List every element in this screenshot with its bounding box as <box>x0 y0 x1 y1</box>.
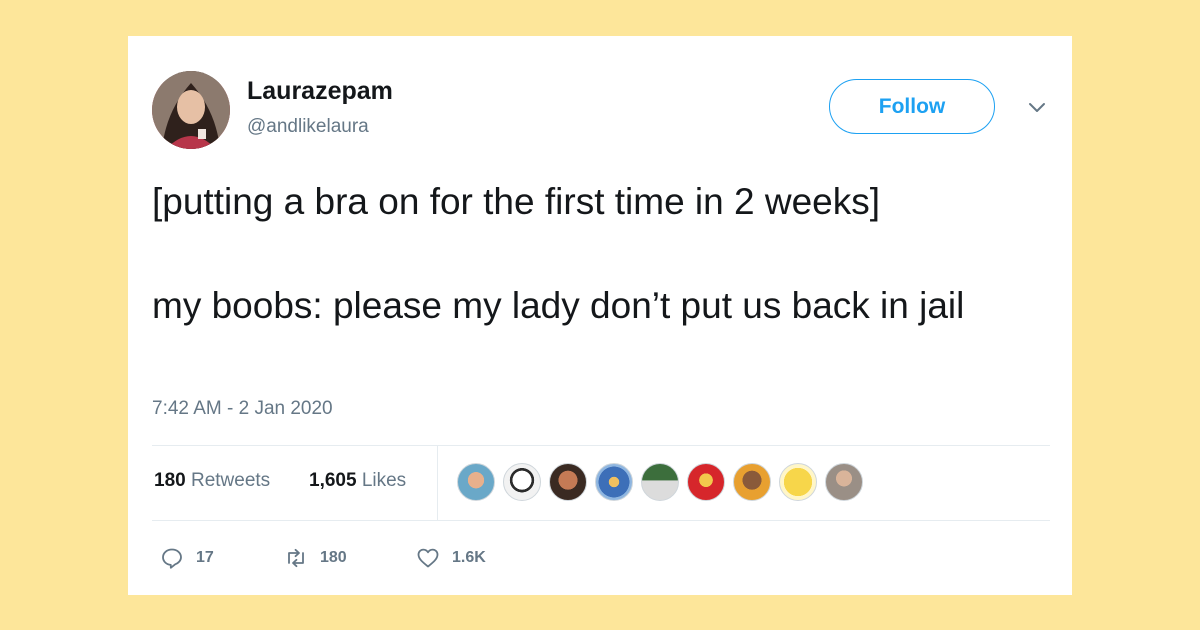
liker-avatar[interactable] <box>503 463 541 501</box>
likes-label: Likes <box>361 470 407 491</box>
reply-count: 17 <box>196 549 214 566</box>
tweet-text: [putting a bra on for the first time in … <box>152 176 1052 332</box>
engagement-stats: 180 Retweets 1,605 Likes <box>152 446 1050 520</box>
tweet-text-line: [putting a bra on for the first time in … <box>152 181 881 222</box>
liker-avatar[interactable] <box>549 463 587 501</box>
likes-count: 1,605 <box>309 470 357 491</box>
liker-avatar[interactable] <box>641 463 679 501</box>
heart-icon <box>417 548 439 568</box>
avatar-image <box>152 71 230 149</box>
retweet-icon <box>288 548 304 568</box>
retweets-stat[interactable]: 180 Retweets <box>154 470 270 492</box>
tweet-actions: 17 180 1.6K <box>152 536 752 580</box>
tweet-timestamp[interactable]: 7:42 AM - 2 Jan 2020 <box>152 398 333 420</box>
likes-stat[interactable]: 1,605 Likes <box>309 470 406 492</box>
stats-separator <box>437 446 438 520</box>
reply-button[interactable]: 17 <box>160 546 214 570</box>
retweet-button[interactable]: 180 <box>284 546 347 570</box>
liker-avatar[interactable] <box>457 463 495 501</box>
chevron-down-icon[interactable] <box>1028 100 1046 114</box>
tweet-text-line: my boobs: please my lady don’t put us ba… <box>152 285 965 326</box>
author-display-name[interactable]: Laurazepam <box>247 77 393 106</box>
liker-avatar[interactable] <box>687 463 725 501</box>
author-handle[interactable]: @andlikelaura <box>247 116 369 138</box>
tweet-card: Laurazepam @andlikelaura Follow [putting… <box>128 36 1072 595</box>
retweets-count: 180 <box>154 470 186 491</box>
reply-icon <box>162 548 182 569</box>
retweet-count: 180 <box>320 549 347 566</box>
liker-avatar[interactable] <box>779 463 817 501</box>
liker-avatar[interactable] <box>825 463 863 501</box>
author-avatar[interactable] <box>152 71 230 149</box>
like-button[interactable]: 1.6K <box>416 546 486 570</box>
divider <box>152 520 1050 521</box>
liker-avatar[interactable] <box>733 463 771 501</box>
liker-avatar[interactable] <box>595 463 633 501</box>
follow-button[interactable]: Follow <box>829 79 995 134</box>
retweets-label: Retweets <box>190 470 271 491</box>
like-count: 1.6K <box>452 549 486 566</box>
